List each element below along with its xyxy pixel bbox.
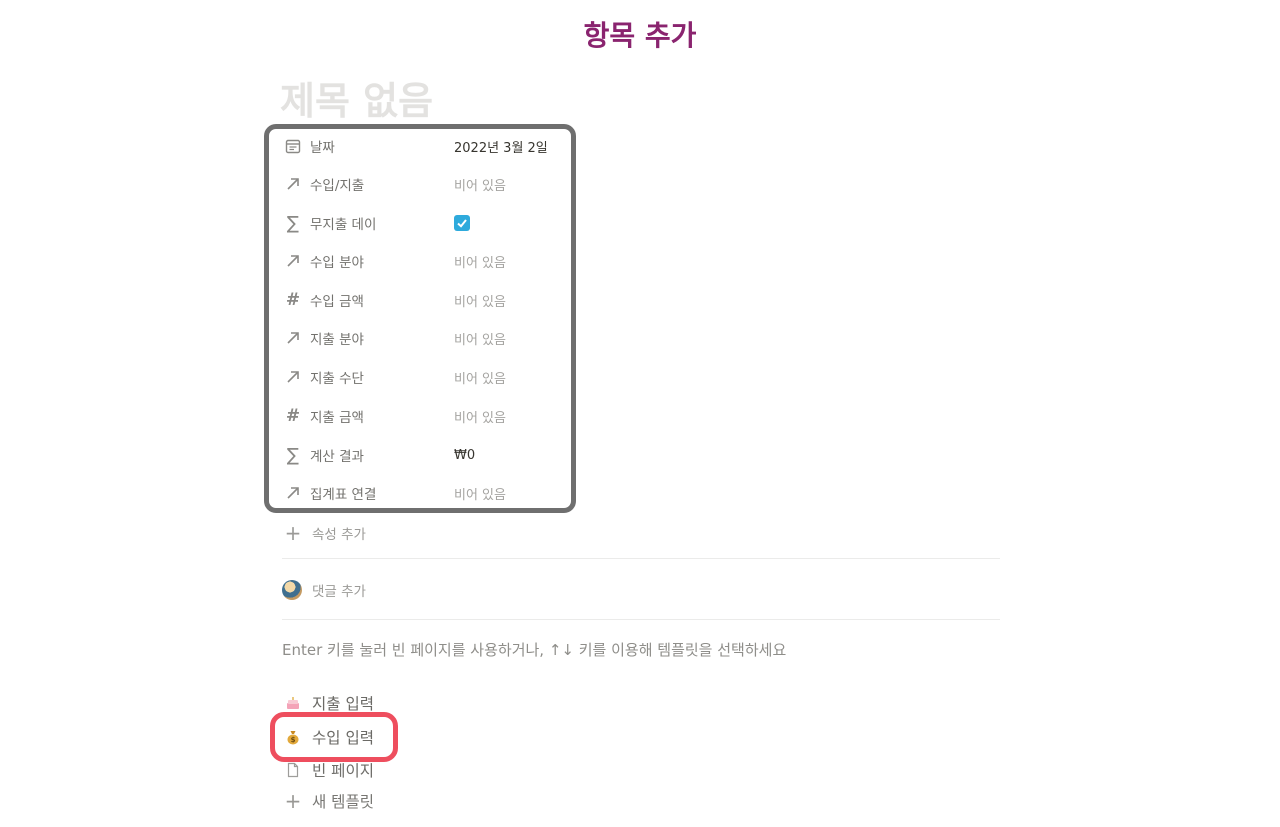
divider xyxy=(282,558,1000,559)
add-property-button[interactable]: + 속성 추가 xyxy=(282,519,366,547)
properties-highlight-box xyxy=(264,124,576,513)
add-comment-button[interactable]: 댓글 추가 xyxy=(282,577,366,603)
add-comment-label: 댓글 추가 xyxy=(312,584,366,600)
plus-icon: + xyxy=(284,789,302,813)
new-template-button[interactable]: + 새 템플릿 xyxy=(282,787,374,815)
avatar xyxy=(282,580,302,600)
plus-icon: + xyxy=(284,521,302,545)
add-property-label: 속성 추가 xyxy=(312,527,366,543)
cake-icon xyxy=(282,692,304,714)
page-heading: 항목 추가 xyxy=(583,19,697,52)
template-label: 빈 페이지 xyxy=(312,762,374,780)
page-title-placeholder[interactable]: 제목 없음 xyxy=(280,70,433,125)
template-label: 새 템플릿 xyxy=(312,793,374,811)
income-template-highlight-box xyxy=(270,712,398,762)
template-label: 지출 입력 xyxy=(312,695,374,713)
blank-page-icon xyxy=(282,759,304,781)
template-hint-text: Enter 키를 눌러 빈 페이지를 사용하거나, ↑↓ 키를 이용해 템플릿을… xyxy=(282,641,787,659)
divider xyxy=(282,619,1000,620)
